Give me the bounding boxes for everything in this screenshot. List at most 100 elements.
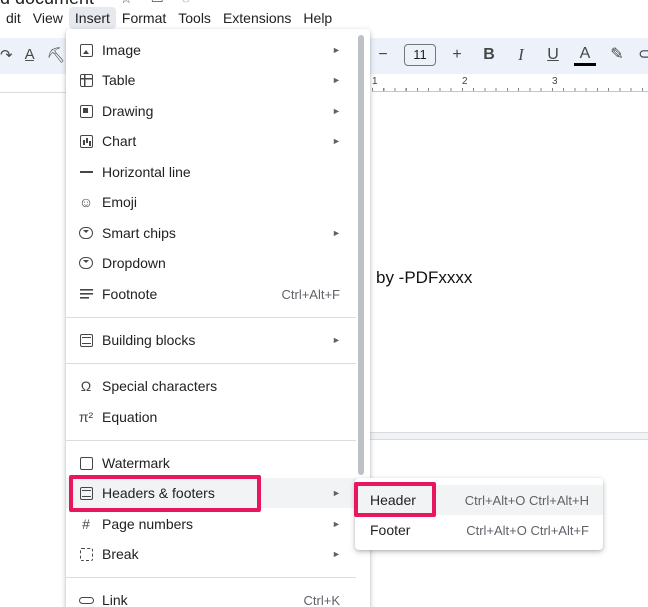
link-icon (78, 592, 94, 607)
menu-item-building-blocks[interactable]: Building blocks ► (66, 325, 370, 355)
star-icon[interactable]: ☆ (120, 0, 133, 7)
bold-button[interactable]: B (478, 44, 500, 66)
spellcheck-icon[interactable]: A̲ (25, 46, 35, 64)
menu-item-equation[interactable]: π² Equation (66, 402, 370, 432)
menu-item-label: Smart chips (102, 225, 176, 241)
submenu-item-header[interactable]: Header Ctrl+Alt+O Ctrl+Alt+H (355, 485, 603, 515)
pi-icon: π² (78, 409, 94, 425)
decrease-font-size-button[interactable]: − (372, 44, 394, 66)
ruler-mark-2: 2 (462, 76, 468, 87)
menu-item-label: Emoji (102, 194, 138, 210)
headers-footers-icon (78, 485, 94, 501)
menu-item-table[interactable]: Table ► (66, 65, 370, 95)
toolbar-left: ↷ A̲ ⛏ (0, 46, 66, 64)
watermark-icon (78, 455, 94, 471)
submenu-arrow-icon: ► (332, 488, 341, 498)
menu-divider (66, 577, 356, 578)
submenu-arrow-icon: ► (332, 136, 341, 146)
menu-item-footnote[interactable]: Footnote Ctrl+Alt+F (66, 279, 370, 309)
left-margin (0, 76, 66, 607)
menu-item-label: Special characters (102, 378, 218, 394)
submenu-item-label: Footer (370, 522, 411, 538)
submenu-arrow-icon: ► (332, 106, 341, 116)
submenu-item-footer[interactable]: Footer Ctrl+Alt+O Ctrl+Alt+F (355, 515, 603, 545)
increase-font-size-button[interactable]: + (446, 44, 468, 66)
menu-item-label: Image (102, 42, 141, 58)
menu-item-label: Watermark (102, 455, 170, 471)
image-icon (78, 42, 94, 58)
cloud-icon[interactable]: ◌ (182, 0, 190, 7)
shortcut-label: Ctrl+Alt+F (281, 286, 340, 302)
menu-item-label: Table (102, 72, 136, 88)
shortcut-label: Ctrl+Alt+O Ctrl+Alt+H (464, 492, 589, 508)
submenu-arrow-icon: ► (332, 228, 341, 238)
paint-format-icon[interactable]: ⛏ (47, 46, 66, 64)
shortcut-label: Ctrl+Alt+O Ctrl+Alt+F (466, 522, 589, 538)
shortcut-label: Ctrl+K (303, 592, 340, 607)
menu-extensions[interactable]: Extensions (217, 7, 297, 29)
menu-divider (66, 317, 356, 318)
menu-item-chart[interactable]: Chart ► (66, 126, 370, 156)
ruler-mark-1: 1 (372, 76, 378, 87)
emoji-icon: ☺ (78, 194, 94, 210)
menu-item-smart-chips[interactable]: Smart chips ► (66, 218, 370, 248)
menu-item-label: Equation (102, 409, 158, 425)
menu-item-label: Drawing (102, 103, 154, 119)
menu-item-label: Link (102, 592, 128, 607)
menu-item-page-numbers[interactable]: # Page numbers ► (66, 509, 370, 539)
menu-view[interactable]: View (27, 7, 69, 29)
title-icons: ☆ ▭ ◌ (120, 0, 190, 7)
submenu-arrow-icon: ► (332, 519, 341, 529)
submenu-arrow-icon: ► (332, 335, 341, 345)
menu-divider (66, 363, 356, 364)
menu-item-dropdown[interactable]: Dropdown (66, 248, 370, 278)
menu-item-watermark[interactable]: Watermark (66, 448, 370, 478)
headers-footers-submenu: Header Ctrl+Alt+O Ctrl+Alt+H Footer Ctrl… (355, 478, 603, 550)
break-icon (78, 546, 94, 562)
menu-item-image[interactable]: Image ► (66, 35, 370, 65)
dropdown-icon (78, 255, 94, 271)
document-text[interactable]: by -PDFxxxx (376, 268, 472, 288)
text-color-button[interactable]: A (574, 45, 596, 66)
page-break-gap (370, 432, 648, 440)
menu-insert[interactable]: Insert (68, 7, 116, 29)
menu-item-drawing[interactable]: Drawing ► (66, 96, 370, 126)
ruler-mark-3: 3 (552, 76, 558, 87)
smart-chips-icon (78, 225, 94, 241)
insert-link-icon[interactable]: ⊂⊃ (638, 44, 648, 66)
ruler[interactable]: 1 2 3 (372, 76, 648, 92)
menu-format[interactable]: Format (116, 7, 172, 29)
drawing-icon (78, 103, 94, 119)
horizontal-line-icon (78, 164, 94, 180)
menu-tools[interactable]: Tools (172, 7, 217, 29)
menu-help[interactable]: Help (297, 7, 338, 29)
menu-bar: dit View Insert Format Tools Extensions … (0, 7, 338, 29)
chart-icon (78, 133, 94, 149)
menu-item-label: Break (102, 546, 139, 562)
underline-button[interactable]: U (542, 44, 564, 66)
submenu-arrow-icon: ► (332, 549, 341, 559)
menu-item-headers-footers[interactable]: Headers & footers ► (66, 478, 370, 508)
menu-item-link[interactable]: Link Ctrl+K (66, 585, 370, 607)
menu-item-emoji[interactable]: ☺ Emoji (66, 187, 370, 217)
insert-menu: Image ► Table ► Drawing ► Chart ► Horizo… (66, 29, 370, 607)
menu-item-label: Chart (102, 133, 137, 149)
menu-item-break[interactable]: Break ► (66, 539, 370, 569)
highlight-pen-icon[interactable]: ✎ (606, 44, 628, 66)
menu-item-label: Building blocks (102, 332, 196, 348)
toolbar-right: − 11 + B I U A ✎ ⊂⊃ (372, 44, 648, 66)
font-size-input[interactable]: 11 (404, 44, 436, 66)
menu-item-horizontal-line[interactable]: Horizontal line (66, 157, 370, 187)
menu-edit[interactable]: dit (0, 7, 27, 29)
submenu-arrow-icon: ► (332, 45, 341, 55)
hash-icon: # (82, 516, 90, 532)
redo-icon[interactable]: ↷ (0, 46, 13, 64)
table-icon (78, 72, 94, 88)
menu-item-special-characters[interactable]: Ω Special characters (66, 371, 370, 401)
divider (0, 92, 66, 93)
folder-icon[interactable]: ▭ (151, 0, 164, 7)
menu-divider (66, 440, 356, 441)
building-blocks-icon (78, 332, 94, 348)
italic-button[interactable]: I (510, 44, 532, 66)
menu-item-label: Headers & footers (102, 485, 215, 501)
